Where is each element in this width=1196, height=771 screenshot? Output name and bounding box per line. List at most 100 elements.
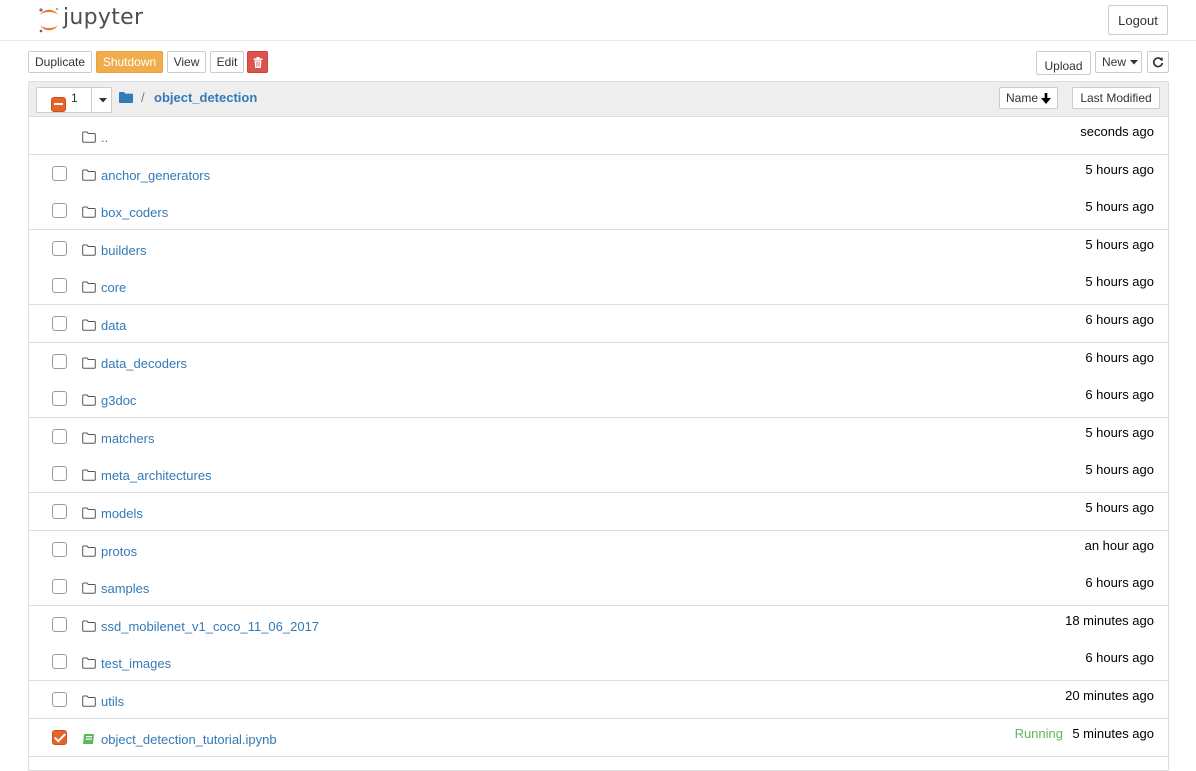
last-modified: 6 hours ago <box>1085 312 1154 327</box>
list-item[interactable]: protos an hour ago <box>29 531 1168 569</box>
last-modified: 6 hours ago <box>1085 650 1154 665</box>
parent-dir-link[interactable]: .. <box>101 130 108 145</box>
folder-icon <box>82 169 96 181</box>
folder-link[interactable]: meta_architectures <box>101 468 212 483</box>
list-item[interactable]: data_decoders 6 hours ago <box>29 343 1168 381</box>
list-item[interactable]: samples 6 hours ago <box>29 568 1168 606</box>
list-item[interactable]: meta_architectures 5 hours ago <box>29 455 1168 493</box>
caret-down-icon <box>99 98 107 103</box>
folder-link[interactable]: anchor_generators <box>101 168 210 183</box>
folder-icon <box>82 281 96 293</box>
last-modified: an hour ago <box>1084 538 1154 553</box>
last-modified: 5 hours ago <box>1085 500 1154 515</box>
last-modified: 6 hours ago <box>1085 575 1154 590</box>
delete-button[interactable] <box>247 51 268 73</box>
upload-button[interactable]: Upload <box>1036 51 1091 75</box>
list-item[interactable]: data 6 hours ago <box>29 305 1168 343</box>
folder-link[interactable]: data_decoders <box>101 356 187 371</box>
parent-dir-row[interactable]: .. seconds ago <box>29 117 1168 155</box>
folder-link[interactable]: data <box>101 318 126 333</box>
row-checkbox[interactable] <box>52 278 67 293</box>
list-item[interactable]: builders 5 hours ago <box>29 230 1168 268</box>
list-item[interactable]: object_detection_tutorial.ipynb Running 5 … <box>29 719 1168 757</box>
folder-icon <box>82 432 96 444</box>
last-modified: 5 hours ago <box>1085 462 1154 477</box>
sort-by-name-button[interactable]: Name <box>999 87 1058 109</box>
sort-by-last-modified-button[interactable]: Last Modified <box>1072 87 1160 109</box>
row-checkbox[interactable] <box>52 166 67 181</box>
folder-icon <box>82 131 96 143</box>
logo-text: jupyter <box>63 5 144 30</box>
list-item[interactable]: utils 20 minutes ago <box>29 681 1168 719</box>
logout-button[interactable]: Logout <box>1108 5 1168 35</box>
folder-link[interactable]: matchers <box>101 431 154 446</box>
list-item[interactable]: models 5 hours ago <box>29 493 1168 531</box>
shutdown-button[interactable]: Shutdown <box>96 51 163 73</box>
folder-link[interactable]: ssd_mobilenet_v1_coco_11_06_2017 <box>101 619 319 634</box>
row-checkbox[interactable] <box>52 579 67 594</box>
row-checkbox[interactable] <box>52 654 67 669</box>
list-item[interactable]: test_images 6 hours ago <box>29 643 1168 681</box>
folder-link[interactable]: test_images <box>101 656 171 671</box>
folder-icon <box>82 620 96 632</box>
folder-link[interactable]: utils <box>101 694 124 709</box>
duplicate-button[interactable]: Duplicate <box>28 51 92 73</box>
row-checkbox[interactable] <box>52 316 67 331</box>
last-modified: 5 hours ago <box>1085 274 1154 289</box>
row-checkbox[interactable] <box>52 354 67 369</box>
last-modified: 5 hours ago <box>1085 162 1154 177</box>
caret-down-icon <box>1130 59 1139 64</box>
new-dropdown-button[interactable]: New <box>1095 51 1142 73</box>
last-modified: 20 minutes ago <box>1065 688 1154 703</box>
file-list: 1 / object_detection Name Last Modified … <box>28 81 1169 771</box>
row-checkbox[interactable] <box>52 542 67 557</box>
folder-link[interactable]: core <box>101 280 126 295</box>
folder-link[interactable]: g3doc <box>101 393 136 408</box>
folder-icon <box>82 319 96 331</box>
site-header: jupyter Logout <box>0 0 1196 41</box>
select-all-checkbox[interactable] <box>51 97 66 112</box>
folder-icon <box>82 582 96 594</box>
row-checkbox[interactable] <box>52 692 67 707</box>
notebook-link[interactable]: object_detection_tutorial.ipynb <box>101 732 277 747</box>
notebook-icon <box>83 734 94 744</box>
list-item[interactable]: box_coders 5 hours ago <box>29 192 1168 230</box>
edit-button[interactable]: Edit <box>210 51 244 73</box>
folder-link[interactable]: box_coders <box>101 205 168 220</box>
sort-name-label: Name <box>1005 91 1038 105</box>
new-label: New <box>1102 55 1127 69</box>
list-item[interactable]: anchor_generators 5 hours ago <box>29 155 1168 193</box>
refresh-icon <box>1152 57 1164 68</box>
row-checkbox[interactable] <box>52 241 67 256</box>
refresh-button[interactable] <box>1147 51 1169 73</box>
list-item[interactable]: ssd_mobilenet_v1_coco_11_06_2017 18 minut… <box>29 606 1168 644</box>
folder-link[interactable]: models <box>101 506 143 521</box>
file-list-header: 1 / object_detection Name Last Modified <box>29 82 1168 117</box>
list-item[interactable]: core 5 hours ago <box>29 267 1168 305</box>
view-button[interactable]: View <box>167 51 206 73</box>
row-checkbox[interactable] <box>52 730 67 745</box>
breadcrumb-current-dir[interactable]: object_detection <box>154 90 257 105</box>
jupyter-logo[interactable]: jupyter <box>37 5 143 35</box>
list-item[interactable]: g3doc 6 hours ago <box>29 380 1168 418</box>
row-checkbox[interactable] <box>52 391 67 406</box>
last-modified: 5 minutes ago <box>1072 726 1154 741</box>
folder-link[interactable]: protos <box>101 544 137 559</box>
folder-icon <box>82 545 96 557</box>
folder-icon <box>82 695 96 707</box>
row-checkbox[interactable] <box>52 617 67 632</box>
folder-icon <box>82 469 96 481</box>
folder-icon <box>82 507 96 519</box>
row-checkbox[interactable] <box>52 504 67 519</box>
running-status: Running <box>1014 726 1063 741</box>
select-all-dropdown[interactable]: 1 <box>36 87 112 113</box>
row-checkbox[interactable] <box>52 429 67 444</box>
folder-solid-icon[interactable] <box>119 92 133 103</box>
row-checkbox[interactable] <box>52 203 67 218</box>
jupyter-logo-icon <box>39 7 59 33</box>
folder-icon <box>82 394 96 406</box>
list-item[interactable]: matchers 5 hours ago <box>29 418 1168 456</box>
folder-link[interactable]: builders <box>101 243 147 258</box>
folder-link[interactable]: samples <box>101 581 149 596</box>
row-checkbox[interactable] <box>52 466 67 481</box>
